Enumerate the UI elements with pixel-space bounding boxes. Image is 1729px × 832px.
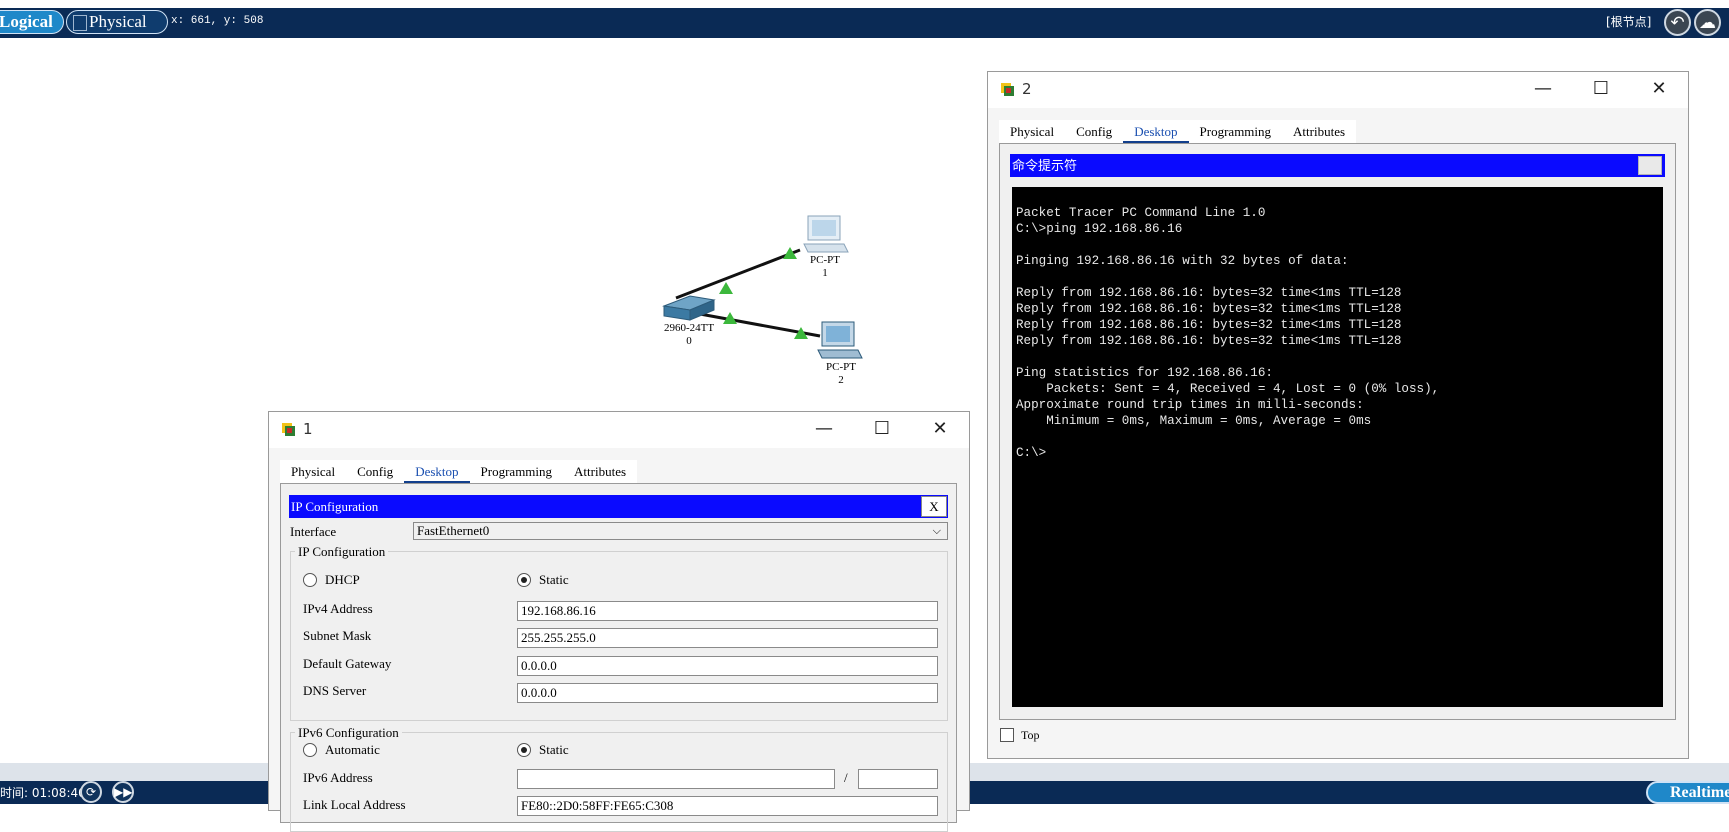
tab-config[interactable]: Config — [346, 460, 404, 484]
minimize-icon[interactable]: — — [809, 418, 839, 440]
dhcp-label: DHCP — [325, 572, 360, 587]
ipv6-automatic-label: Automatic — [325, 742, 380, 757]
interface-label: Interface — [290, 524, 337, 539]
pc1-index-label: 1 — [822, 267, 828, 279]
ipv6-group-label: IPv6 Configuration — [295, 725, 402, 741]
subnet-mask-input[interactable]: 255.255.255.0 — [517, 628, 938, 648]
ipv6-static-radio[interactable] — [517, 743, 531, 757]
window-title-bar[interactable]: 1 — ☐ ✕ — [269, 412, 969, 448]
logical-view-button[interactable]: Logical — [0, 10, 64, 34]
dns-server-label: DNS Server — [303, 683, 367, 698]
switch-label: 2960-24TT 0 — [654, 322, 724, 348]
switch-index-label: 0 — [686, 335, 692, 347]
link-status-up-icon — [719, 282, 733, 294]
dhcp-radio[interactable] — [303, 573, 317, 587]
back-icon[interactable]: ↶ — [1664, 9, 1691, 36]
cloud-icon[interactable]: ☁ — [1694, 9, 1721, 36]
tab-desktop[interactable]: Desktop — [404, 460, 470, 484]
switch-model-label: 2960-24TT — [663, 322, 715, 334]
ip-config-close-button[interactable]: X — [921, 496, 947, 517]
topology-canvas[interactable] — [0, 38, 900, 368]
command-prompt-title: 命令提示符 — [1010, 154, 1665, 177]
prefix-separator: / — [844, 770, 848, 785]
command-prompt-terminal[interactable]: Packet Tracer PC Command Line 1.0 C:\>pi… — [1012, 187, 1663, 707]
pc2-icon[interactable] — [817, 321, 863, 359]
simulation-timer: 时间: 01:08:40 — [0, 786, 86, 800]
ipv6-static-label: Static — [539, 742, 569, 757]
interface-select[interactable]: FastEthernet0 ⌵ — [413, 522, 948, 540]
ipv4-group-label: IP Configuration — [295, 544, 389, 560]
device-tabs: Physical Config Desktop Programming Attr… — [280, 460, 638, 484]
ipv6-prefix-input[interactable] — [858, 769, 938, 789]
static-label: Static — [539, 572, 569, 587]
pc1-label: PC-PT 1 — [795, 254, 855, 280]
ipv4-address-input[interactable]: 192.168.86.16 — [517, 601, 938, 621]
link-local-input[interactable]: FE80::2D0:58FF:FE65:C308 — [517, 796, 938, 816]
maximize-icon[interactable]: ☐ — [1586, 78, 1616, 100]
physical-view-button[interactable]: Physical — [66, 10, 168, 34]
tab-programming[interactable]: Programming — [1189, 120, 1283, 144]
ip-configuration-title: IP Configuration — [289, 495, 948, 518]
pc1-model-label: PC-PT — [810, 254, 840, 266]
pc2-window: 2 — ☐ ✕ Physical Config Desktop Programm… — [987, 71, 1689, 759]
fast-forward-icon[interactable]: ▶▶ — [112, 781, 134, 803]
tab-attributes[interactable]: Attributes — [1282, 120, 1356, 144]
dns-server-input[interactable]: 0.0.0.0 — [517, 683, 938, 703]
default-gateway-label: Default Gateway — [303, 656, 392, 671]
tab-physical[interactable]: Physical — [280, 460, 346, 484]
default-gateway-input[interactable]: 0.0.0.0 — [517, 656, 938, 676]
cursor-coordinates: x: 661, y: 508 — [171, 15, 264, 27]
minimize-icon[interactable]: — — [1528, 78, 1558, 100]
ipv6-address-label: IPv6 Address — [303, 770, 373, 785]
top-toolbar: Logical Physical x: 661, y: 508 [根节点] ↶ … — [0, 8, 1729, 38]
packet-tracer-icon — [1001, 83, 1014, 96]
window-title: 2 — [1022, 80, 1032, 98]
chevron-down-icon: ⌵ — [932, 525, 941, 537]
interface-value: FastEthernet0 — [417, 523, 490, 538]
command-prompt-close-button[interactable] — [1638, 156, 1662, 175]
pc2-label: PC-PT 2 — [811, 361, 871, 387]
tab-desktop[interactable]: Desktop — [1123, 120, 1189, 144]
power-cycle-icon[interactable]: ⟳ — [80, 781, 102, 803]
ipv4-address-label: IPv4 Address — [303, 601, 373, 616]
device-tabs: Physical Config Desktop Programming Attr… — [999, 120, 1357, 144]
top-checkbox[interactable] — [1000, 728, 1014, 742]
pc1-window: 1 — ☐ ✕ Physical Config Desktop Programm… — [268, 411, 970, 832]
window-title-bar[interactable]: 2 — ☐ ✕ — [988, 72, 1688, 108]
close-icon[interactable]: ✕ — [1644, 78, 1674, 100]
tab-config[interactable]: Config — [1065, 120, 1123, 144]
desktop-panel: 命令提示符 Packet Tracer PC Command Line 1.0 … — [999, 143, 1676, 720]
physical-view-label: Physical — [89, 12, 147, 31]
tab-attributes[interactable]: Attributes — [563, 460, 637, 484]
root-node-label[interactable]: [根节点] — [1606, 13, 1651, 30]
tab-physical[interactable]: Physical — [999, 120, 1065, 144]
realtime-mode-button[interactable]: Realtime — [1646, 781, 1729, 804]
link-switch-pc1[interactable] — [675, 248, 801, 300]
pc2-index-label: 2 — [838, 374, 844, 386]
window-title: 1 — [303, 420, 313, 438]
tab-programming[interactable]: Programming — [470, 460, 564, 484]
packet-tracer-icon — [282, 423, 295, 436]
close-icon[interactable]: ✕ — [925, 418, 955, 440]
link-local-label: Link Local Address — [303, 797, 406, 812]
ipv6-automatic-radio[interactable] — [303, 743, 317, 757]
static-radio[interactable] — [517, 573, 531, 587]
pc1-icon[interactable] — [803, 215, 849, 253]
maximize-icon[interactable]: ☐ — [867, 418, 897, 440]
desktop-panel: IP Configuration X Interface FastEtherne… — [280, 483, 957, 832]
pc2-model-label: PC-PT — [826, 361, 856, 373]
subnet-mask-label: Subnet Mask — [303, 628, 372, 643]
physical-workspace-icon — [73, 15, 87, 31]
top-checkbox-label: Top — [1021, 728, 1040, 742]
ipv6-address-input[interactable] — [517, 769, 835, 789]
